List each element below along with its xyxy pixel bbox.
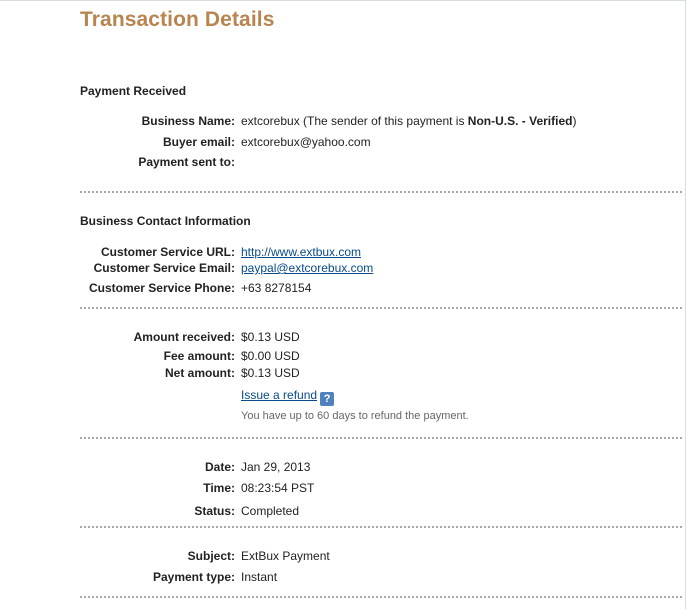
frame-top-border: [0, 0, 686, 1]
amount-received-row: Amount received: $0.13 USD: [0, 329, 686, 345]
refund-row: Issue a refund?: [241, 387, 335, 406]
separator: [80, 526, 682, 528]
cs-email-link[interactable]: paypal@extcorebux.com: [241, 261, 373, 275]
time-value: 08:23:54 PST: [241, 481, 315, 495]
status-label: Status:: [194, 504, 235, 518]
help-question-icon[interactable]: ?: [320, 392, 335, 406]
buyer-email-value: extcorebux@yahoo.com: [241, 135, 371, 149]
issue-refund-link[interactable]: Issue a refund: [241, 388, 317, 402]
separator: [80, 191, 682, 193]
status-row: Status: Completed: [0, 503, 686, 519]
separator: [80, 307, 682, 309]
amount-received-label: Amount received:: [133, 330, 235, 344]
cs-phone-value: +63 8278154: [241, 281, 312, 295]
page-title: Transaction Details: [80, 8, 275, 31]
cs-url-link[interactable]: http://www.extbux.com: [241, 245, 361, 259]
cs-phone-row: Customer Service Phone: +63 8278154: [0, 280, 686, 296]
payment-sent-to-label: Payment sent to:: [138, 155, 235, 169]
cs-email-label: Customer Service Email:: [93, 261, 235, 275]
date-value: Jan 29, 2013: [241, 460, 311, 474]
net-amount-row: Net amount: $0.13 USD: [0, 365, 686, 381]
sender-note-prefix: (The sender of this payment is: [303, 114, 468, 128]
subject-value: ExtBux Payment: [241, 549, 330, 563]
separator: [80, 596, 682, 598]
time-row: Time: 08:23:54 PST: [0, 480, 686, 496]
net-amount-label: Net amount:: [165, 366, 235, 380]
payment-sent-to-row: Payment sent to:: [0, 154, 686, 170]
date-label: Date:: [204, 460, 235, 474]
buyer-email-label: Buyer email:: [162, 135, 235, 149]
payment-type-value: Instant: [241, 570, 278, 584]
payment-received-heading: Payment Received: [80, 84, 187, 98]
payment-type-label: Payment type:: [152, 570, 235, 584]
fee-amount-label: Fee amount:: [163, 349, 235, 363]
cs-url-row: Customer Service URL: http://www.extbux.…: [0, 244, 686, 260]
sender-note-suffix: ): [572, 114, 577, 128]
payment-type-row: Payment type: Instant: [0, 569, 686, 585]
net-amount-value: $0.13 USD: [241, 366, 300, 380]
amount-received-value: $0.13 USD: [241, 330, 300, 344]
status-value: Completed: [241, 504, 300, 518]
subject-label: Subject:: [187, 549, 235, 563]
fee-amount-value: $0.00 USD: [241, 349, 300, 363]
cs-phone-label: Customer Service Phone:: [88, 281, 235, 295]
business-name-value: extcorebux (The sender of this payment i…: [241, 113, 576, 129]
refund-note: You have up to 60 days to refund the pay…: [241, 410, 469, 422]
date-row: Date: Jan 29, 2013: [0, 459, 686, 475]
fee-amount-row: Fee amount: $0.00 USD: [0, 348, 686, 364]
subject-row: Subject: ExtBux Payment: [0, 548, 686, 564]
sender-status: Non-U.S. - Verified: [467, 114, 573, 128]
time-label: Time:: [203, 481, 235, 495]
business-name-row: Business Name: extcorebux (The sender of…: [0, 113, 686, 129]
separator: [80, 437, 682, 439]
contact-heading: Business Contact Information: [80, 214, 251, 228]
cs-url-label: Customer Service URL:: [100, 245, 235, 259]
cs-email-row: Customer Service Email: paypal@extcorebu…: [0, 260, 686, 276]
buyer-email-row: Buyer email: extcorebux@yahoo.com: [0, 134, 686, 150]
business-name-text: extcorebux: [241, 114, 300, 128]
business-name-label: Business Name:: [141, 114, 235, 128]
